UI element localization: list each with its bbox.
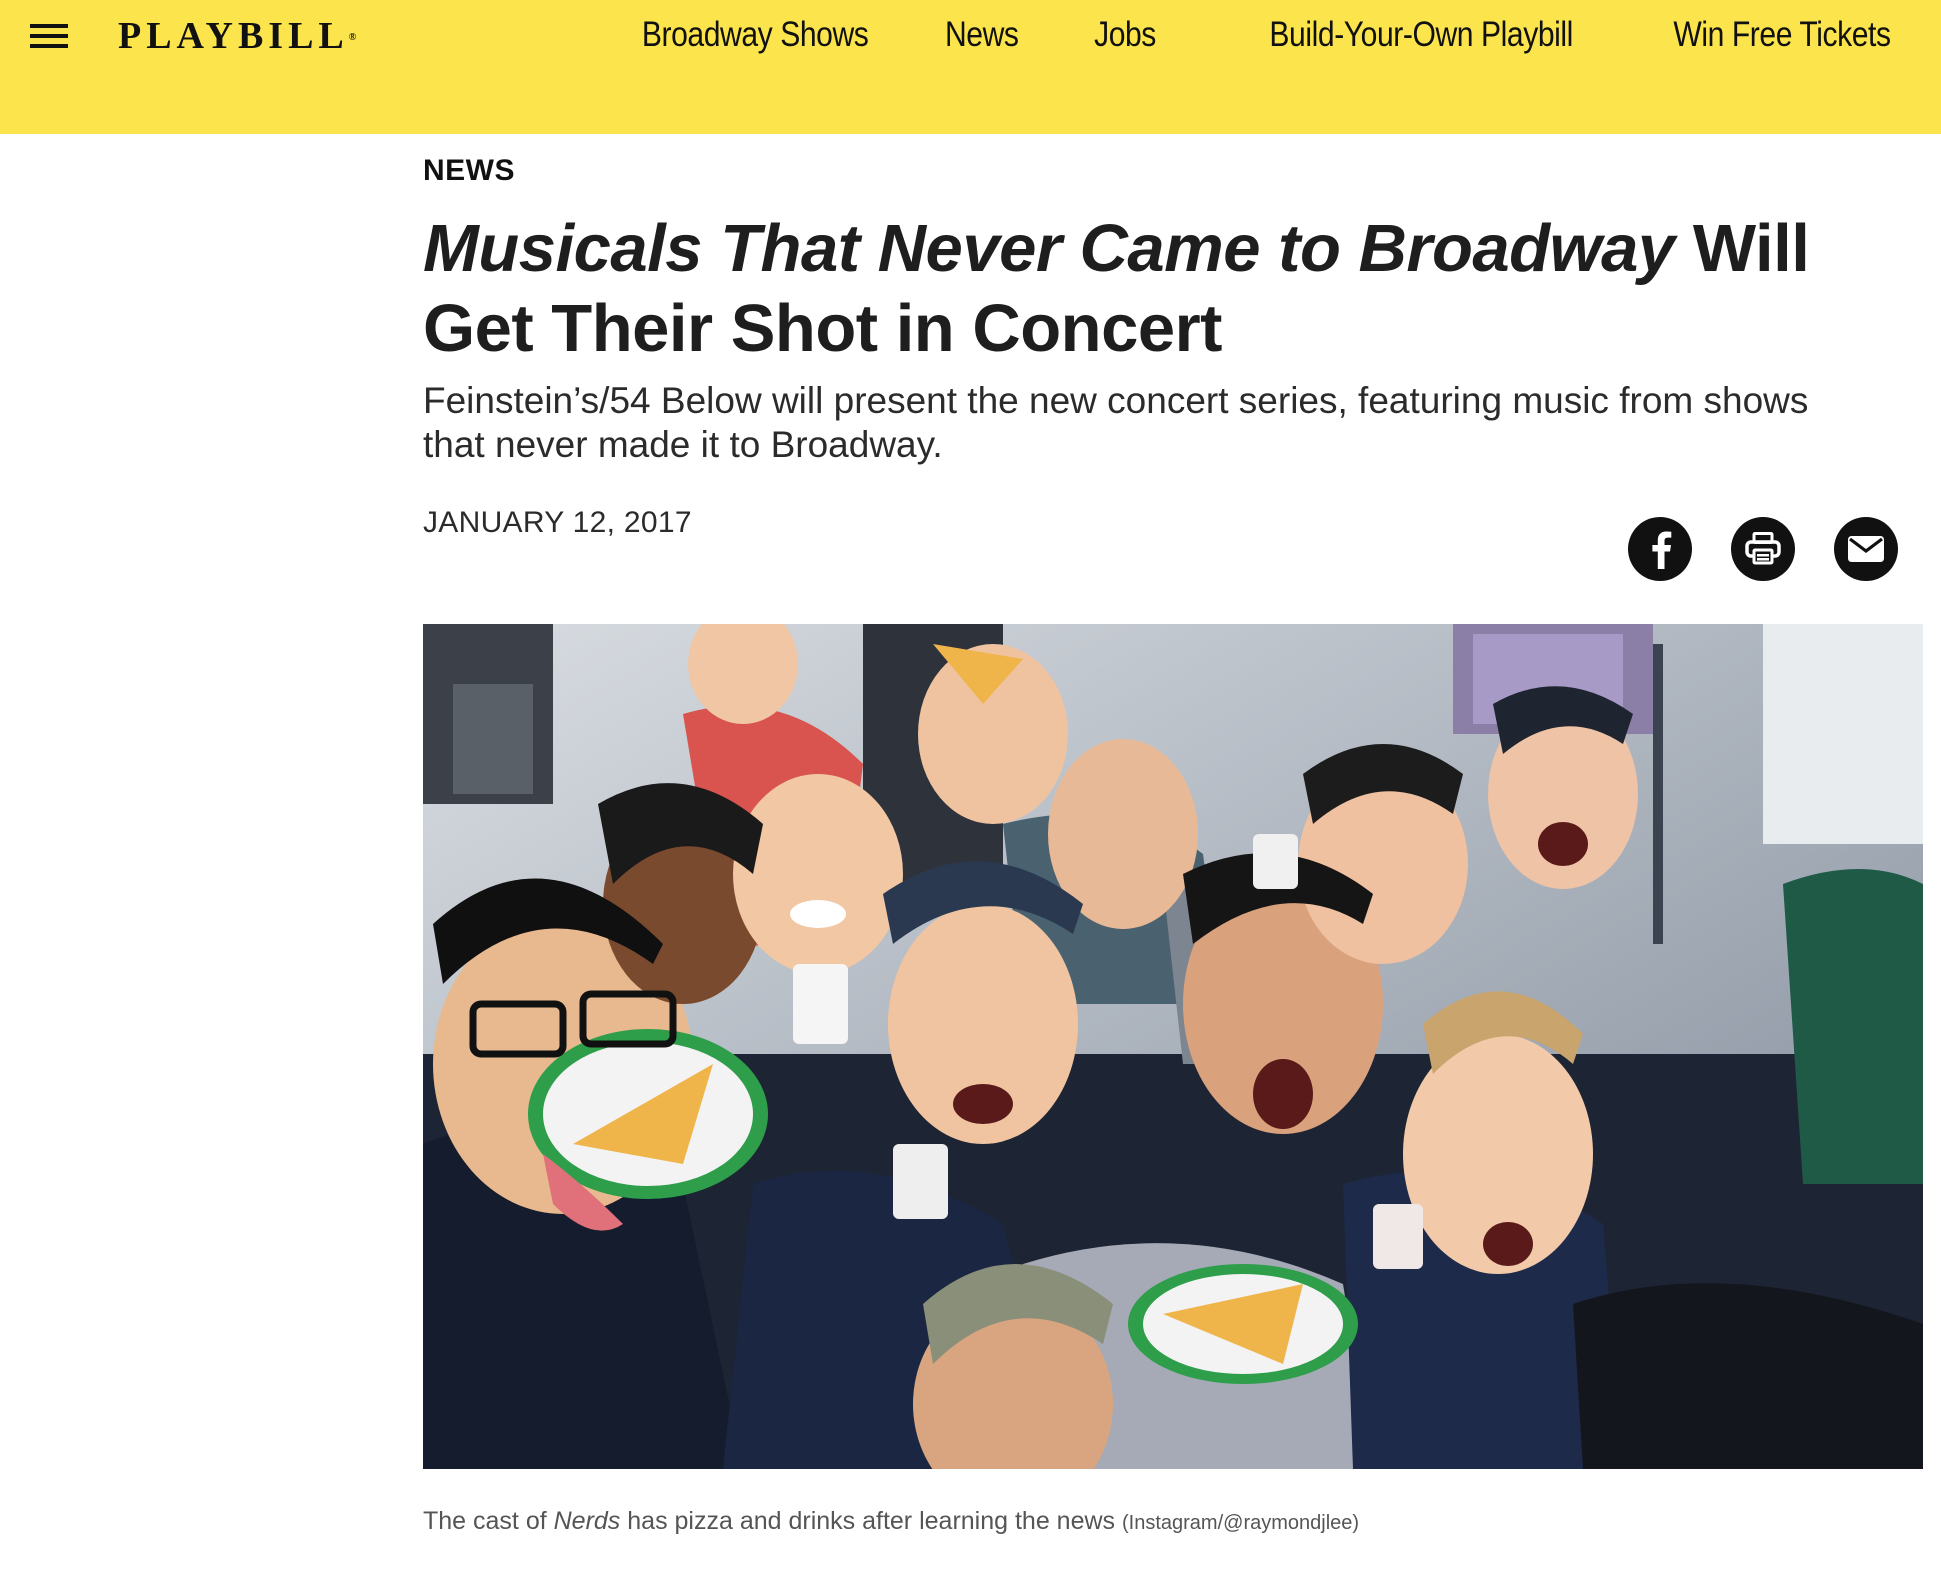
email-icon: [1848, 536, 1884, 562]
nav-link-jobs[interactable]: Jobs: [1094, 10, 1156, 60]
publish-date: JANUARY 12, 2017: [423, 506, 692, 539]
subheadline: Feinstein’s/54 Below will present the ne…: [423, 380, 1809, 465]
logo-text: PLAYBILL: [118, 15, 349, 57]
email-share-button[interactable]: [1834, 517, 1898, 581]
facebook-icon: [1652, 531, 1672, 569]
nav-link-win-free-tickets[interactable]: Win Free Tickets: [1674, 10, 1892, 60]
facebook-share-button[interactable]: [1628, 517, 1692, 581]
photo-caption: The cast of Nerds has pizza and drinks a…: [423, 1507, 1923, 1536]
share-buttons: [1628, 517, 1898, 581]
section-label[interactable]: NEWS: [423, 154, 515, 188]
print-icon: [1745, 532, 1781, 565]
headline-show-title: Musicals That Never Came to Broadway: [423, 211, 1675, 286]
photo-credit: (Instagram/@raymondjlee): [1122, 1512, 1360, 1534]
caption-show-title: Nerds: [553, 1507, 621, 1535]
hamburger-menu-icon[interactable]: [30, 22, 74, 54]
print-button[interactable]: [1731, 517, 1795, 581]
nav-link-build-your-own-playbill[interactable]: Build-Your-Own Playbill: [1270, 10, 1574, 60]
group-selfie-photo: [423, 624, 1923, 1469]
registered-mark: ®: [348, 32, 357, 43]
main-nav: Broadway Shows News Jobs Build-Your-Own …: [540, 10, 1891, 60]
caption-text-before: The cast of: [423, 1507, 554, 1535]
headline: Musicals That Never Came to Broadway Wil…: [423, 209, 1923, 369]
nav-link-news[interactable]: News: [945, 10, 1019, 60]
playbill-logo[interactable]: PLAYBILL®: [118, 16, 356, 56]
nav-link-broadway-shows[interactable]: Broadway Shows: [641, 10, 868, 60]
caption-text-after: has pizza and drinks after learning the …: [620, 1507, 1116, 1535]
site-header: PLAYBILL® Broadway Shows News Jobs Build…: [0, 0, 1941, 134]
